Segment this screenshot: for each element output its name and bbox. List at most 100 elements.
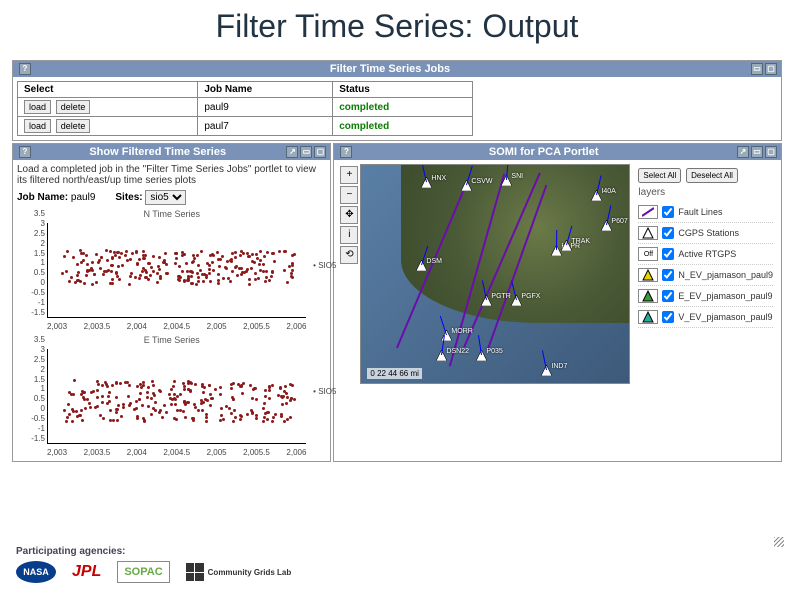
jobs-portlet-header: ? Filter Time Series Jobs ▭ ▢ bbox=[13, 61, 781, 77]
chart-n-ylabels: 3.532.521.510.50-0.5-1-1.5 bbox=[17, 209, 45, 317]
layer-checkbox[interactable] bbox=[662, 248, 674, 260]
detach-icon[interactable]: ↗ bbox=[737, 146, 749, 158]
nasa-logo: NASA bbox=[16, 561, 56, 583]
station-label: PGTR bbox=[491, 293, 510, 300]
sites-select[interactable]: sio5 bbox=[145, 190, 186, 205]
jobname-value: paul9 bbox=[71, 192, 95, 203]
layer-checkbox[interactable] bbox=[662, 311, 674, 323]
reset-icon[interactable]: ⟲ bbox=[340, 246, 358, 264]
instruction-text: Load a completed job in the "Filter Time… bbox=[17, 164, 326, 186]
map-portlet: ? SOMI for PCA Portlet ↗ ▭ ▢ + − ✥ i ⟲ bbox=[333, 143, 782, 462]
delete-button[interactable]: delete bbox=[56, 100, 91, 114]
map-canvas[interactable]: HNXCSVWSNII40AP607HLPRTRAKDSMPGTRPGFXMOR… bbox=[360, 164, 630, 384]
table-row: load delete paul7 completed bbox=[18, 117, 473, 136]
layer-row: Fault Lines bbox=[638, 202, 773, 223]
station-label: I40A bbox=[601, 188, 615, 195]
minimize-icon[interactable]: ▭ bbox=[751, 146, 763, 158]
deselect-all-button[interactable]: Deselect All bbox=[686, 168, 738, 183]
slide-title: Filter Time Series: Output bbox=[0, 0, 794, 63]
chart-e-ylabels: 3.532.521.510.50-0.5-1-1.5 bbox=[17, 335, 45, 443]
layer-row: V_EV_pjamason_paul9 bbox=[638, 307, 773, 328]
layer-name: V_EV_pjamason_paul9 bbox=[678, 312, 772, 322]
load-button[interactable]: load bbox=[24, 100, 51, 114]
jobs-table: Select Job Name Status load delete paul9… bbox=[17, 81, 473, 136]
col-status: Status bbox=[333, 82, 473, 98]
timeseries-portlet-header: ? Show Filtered Time Series ↗ ▭ ▢ bbox=[13, 144, 330, 160]
station-label: DSM bbox=[426, 258, 442, 265]
zoom-in-icon[interactable]: + bbox=[340, 166, 358, 184]
layer-checkbox[interactable] bbox=[662, 269, 674, 281]
station-label: IND7 bbox=[551, 363, 567, 370]
layer-row: N_EV_pjamason_paul9 bbox=[638, 265, 773, 286]
chart-n-legend: • SIO5 bbox=[313, 261, 336, 270]
map-scale-bar: 0 22 44 66 mi bbox=[367, 368, 421, 379]
agencies-section: Participating agencies: NASA JPL SOPAC C… bbox=[16, 546, 778, 583]
resize-handle-icon[interactable] bbox=[774, 537, 784, 547]
chart-n: N Time Series 3.532.521.510.50-0.5-1-1.5… bbox=[17, 209, 326, 331]
layer-row: E_EV_pjamason_paul9 bbox=[638, 286, 773, 307]
delete-button[interactable]: delete bbox=[56, 119, 91, 133]
layer-swatch-icon bbox=[638, 205, 658, 219]
station-label: PGFX bbox=[521, 293, 540, 300]
minimize-icon[interactable]: ▭ bbox=[751, 63, 763, 75]
station-label: HNX bbox=[431, 175, 446, 182]
load-button[interactable]: load bbox=[24, 119, 51, 133]
maximize-icon[interactable]: ▢ bbox=[314, 146, 326, 158]
table-header-row: Select Job Name Status bbox=[18, 82, 473, 98]
layer-row: Off Active RTGPS bbox=[638, 244, 773, 265]
layer-swatch-icon: Off bbox=[638, 247, 658, 261]
sites-label: Sites: bbox=[115, 192, 142, 203]
job-name-cell: paul7 bbox=[198, 117, 333, 136]
layer-row: CGPS Stations bbox=[638, 223, 773, 244]
timeseries-portlet-title: Show Filtered Time Series bbox=[31, 146, 284, 158]
jobs-portlet: ? Filter Time Series Jobs ▭ ▢ Select Job… bbox=[12, 60, 782, 141]
layer-swatch-icon bbox=[638, 310, 658, 324]
map-toolbar: + − ✥ i ⟲ bbox=[338, 164, 360, 384]
chart-e: E Time Series 3.532.521.510.50-0.5-1-1.5… bbox=[17, 335, 326, 457]
layer-name: Fault Lines bbox=[678, 207, 722, 217]
layer-checkbox[interactable] bbox=[662, 290, 674, 302]
select-all-button[interactable]: Select All bbox=[638, 168, 681, 183]
chart-n-area[interactable]: • SIO5 bbox=[47, 223, 306, 318]
detach-icon[interactable]: ↗ bbox=[286, 146, 298, 158]
jobs-portlet-title: Filter Time Series Jobs bbox=[31, 63, 749, 75]
chart-n-xlabels: 2,0032,003.52,0042,004.52,0052,005.52,00… bbox=[47, 322, 306, 331]
map-portlet-title: SOMI for PCA Portlet bbox=[352, 146, 735, 158]
layer-name: N_EV_pjamason_paul9 bbox=[678, 270, 773, 280]
station-label: P607 bbox=[611, 218, 627, 225]
help-icon[interactable]: ? bbox=[19, 63, 31, 75]
station-label: MORR bbox=[451, 328, 472, 335]
layer-swatch-icon bbox=[638, 289, 658, 303]
maximize-icon[interactable]: ▢ bbox=[765, 63, 777, 75]
chart-e-legend: • SIO5 bbox=[313, 387, 336, 396]
layer-name: Active RTGPS bbox=[678, 249, 736, 259]
layer-swatch-icon bbox=[638, 226, 658, 240]
status-cell: completed bbox=[333, 98, 473, 117]
minimize-icon[interactable]: ▭ bbox=[300, 146, 312, 158]
help-icon[interactable]: ? bbox=[19, 146, 31, 158]
job-name-cell: paul9 bbox=[198, 98, 333, 117]
col-jobname: Job Name bbox=[198, 82, 333, 98]
layer-checkbox[interactable] bbox=[662, 206, 674, 218]
info-icon[interactable]: i bbox=[340, 226, 358, 244]
maximize-icon[interactable]: ▢ bbox=[765, 146, 777, 158]
portal-container: ? Filter Time Series Jobs ▭ ▢ Select Job… bbox=[12, 60, 782, 545]
layer-swatch-icon bbox=[638, 268, 658, 282]
chart-e-area[interactable]: • SIO5 bbox=[47, 349, 306, 444]
station-label: TRAK bbox=[571, 238, 590, 245]
layer-name: CGPS Stations bbox=[678, 228, 739, 238]
station-label: CSVW bbox=[471, 178, 492, 185]
layer-name: E_EV_pjamason_paul9 bbox=[678, 291, 772, 301]
help-icon[interactable]: ? bbox=[340, 146, 352, 158]
chart-e-xlabels: 2,0032,003.52,0042,004.52,0052,005.52,00… bbox=[47, 448, 306, 457]
pan-icon[interactable]: ✥ bbox=[340, 206, 358, 224]
layer-checkbox[interactable] bbox=[662, 227, 674, 239]
layers-title: layers bbox=[638, 187, 773, 198]
station-label: P035 bbox=[486, 348, 502, 355]
zoom-out-icon[interactable]: − bbox=[340, 186, 358, 204]
chart-n-title: N Time Series bbox=[17, 209, 326, 219]
status-cell: completed bbox=[333, 117, 473, 136]
col-select: Select bbox=[18, 82, 198, 98]
station-label: DSN22 bbox=[446, 348, 469, 355]
table-row: load delete paul9 completed bbox=[18, 98, 473, 117]
